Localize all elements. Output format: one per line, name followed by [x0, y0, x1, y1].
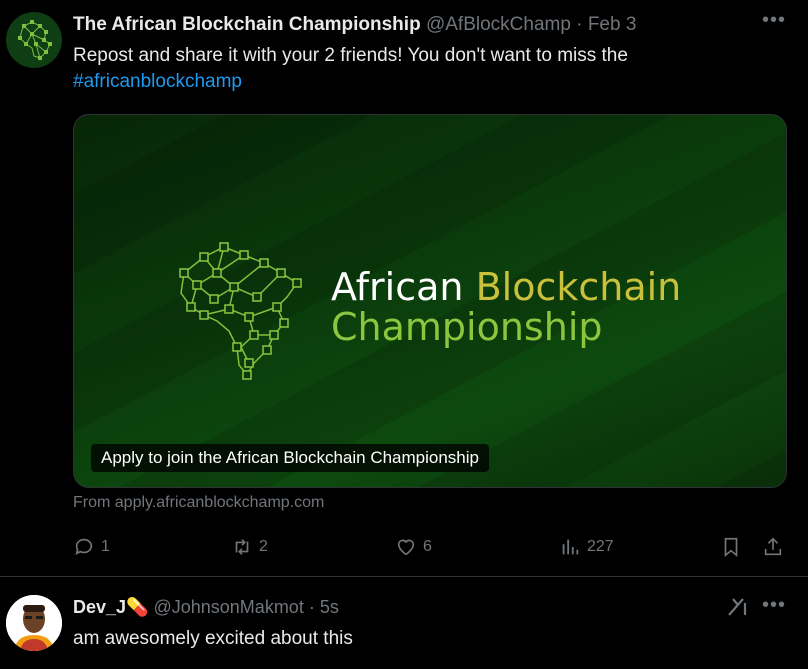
like-count: 6 — [423, 538, 432, 555]
bookmark-icon — [724, 537, 738, 558]
author-avatar[interactable] — [6, 12, 62, 68]
reply-avatar[interactable] — [6, 595, 62, 651]
reply-separator: · — [308, 597, 315, 617]
card-title-word2: Blockchain — [475, 265, 682, 309]
card-title-word1: African — [331, 265, 464, 309]
grok-icon[interactable] — [725, 595, 749, 619]
pill-emoji: 💊 — [126, 597, 149, 617]
africa-network-logo-icon — [18, 20, 52, 60]
repost-count: 2 — [259, 538, 268, 555]
reply-time[interactable]: 5s — [320, 597, 339, 617]
repost-button[interactable]: 2 — [231, 532, 268, 562]
user-portrait-icon — [6, 595, 62, 651]
tweet[interactable]: The African Blockchain Championship @AfB… — [0, 0, 808, 576]
reply-handle[interactable]: @JohnsonMakmot — [153, 597, 303, 617]
analytics-icon — [562, 539, 579, 555]
tweet-actions: 1 2 6 227 — [73, 532, 788, 562]
reply-author-name[interactable]: Dev_J — [73, 597, 126, 617]
author-handle[interactable]: @AfBlockChamp — [426, 14, 571, 35]
header-separator: · — [576, 14, 583, 35]
card-source[interactable]: From apply.africanblockchamp.com — [73, 494, 324, 512]
reply-icon — [75, 538, 93, 555]
tweet-body: Repost and share it with your 2 friends!… — [73, 45, 628, 66]
card-label[interactable]: Apply to join the African Blockchain Cha… — [91, 444, 489, 472]
card-title-word3: Championship — [331, 305, 603, 349]
repost-icon — [235, 539, 249, 555]
views-count: 227 — [587, 538, 614, 555]
share-button[interactable] — [762, 532, 790, 562]
reply-more-options-icon[interactable]: ••• — [760, 595, 788, 623]
africa-blockchain-map-icon — [179, 242, 302, 380]
hashtag-link[interactable]: #africanblockchamp — [73, 71, 242, 92]
card-title: African Blockchain Championship — [331, 267, 681, 347]
tweet-header: The African Blockchain Championship @AfB… — [73, 12, 748, 38]
heart-icon — [397, 539, 415, 556]
more-options-icon[interactable]: ••• — [760, 10, 788, 38]
tweet-date[interactable]: Feb 3 — [588, 14, 637, 35]
bookmark-button[interactable] — [720, 532, 748, 562]
like-button[interactable]: 6 — [395, 532, 432, 562]
reply-header: Dev_J💊 @JohnsonMakmot · 5s — [73, 595, 339, 619]
author-name[interactable]: The African Blockchain Championship — [73, 14, 421, 35]
reply-text: am awesomely excited about this — [73, 628, 353, 649]
link-card[interactable]: African Blockchain Championship Apply to… — [73, 114, 787, 488]
share-icon — [764, 537, 782, 556]
views-button[interactable]: 227 — [559, 532, 614, 562]
reply-tweet[interactable]: Dev_J💊 @JohnsonMakmot · 5s ••• am awesom… — [0, 577, 808, 669]
reply-count: 1 — [101, 538, 110, 555]
reply-button[interactable]: 1 — [73, 532, 110, 562]
tweet-text: Repost and share it with your 2 friends!… — [73, 43, 783, 95]
